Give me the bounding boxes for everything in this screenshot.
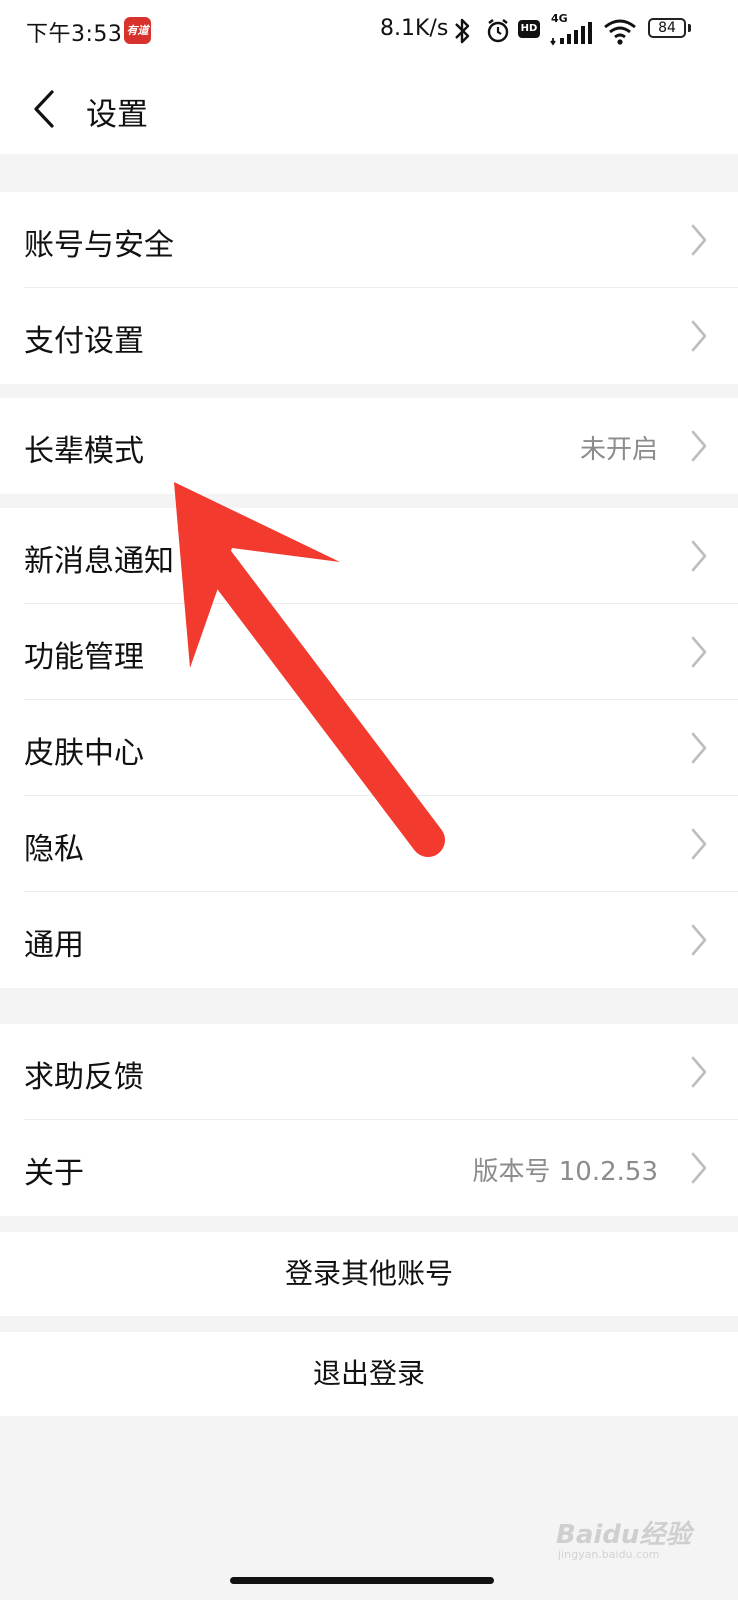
settings-item-elder-mode[interactable]: 长辈模式 未开启 [0, 398, 738, 494]
settings-item-label: 支付设置 [24, 324, 144, 359]
settings-item-payment[interactable]: 支付设置 [0, 288, 738, 384]
settings-group-help: 求助反馈 关于 版本号 10.2.53 [0, 1024, 738, 1216]
signal-icon [550, 22, 592, 46]
settings-item-general[interactable]: 通用 [0, 892, 738, 988]
battery-level: 84 [658, 20, 676, 36]
settings-item-label: 隐私 [24, 832, 84, 867]
settings-item-feedback[interactable]: 求助反馈 [0, 1024, 738, 1120]
status-time: 下午3:53 [26, 22, 123, 47]
back-button[interactable] [20, 84, 70, 134]
hd-icon: HD [518, 20, 540, 38]
page-title: 设置 [86, 97, 148, 133]
settings-item-label: 皮肤中心 [24, 736, 144, 771]
settings-item-label: 账号与安全 [24, 228, 174, 263]
settings-group-account: 账号与安全 支付设置 [0, 192, 738, 384]
chevron-right-icon [691, 1152, 707, 1184]
title-bar: 设置 [0, 64, 738, 154]
app-notification-icon: 有道 [124, 17, 151, 44]
wifi-icon [604, 19, 636, 45]
settings-group-elder: 长辈模式 未开启 [0, 398, 738, 494]
settings-item-account-security[interactable]: 账号与安全 [0, 192, 738, 288]
settings-item-label: 求助反馈 [24, 1060, 144, 1095]
chevron-right-icon [691, 540, 707, 572]
bluetooth-icon [455, 18, 470, 44]
chevron-right-icon [691, 320, 707, 352]
settings-item-skin-center[interactable]: 皮肤中心 [0, 700, 738, 796]
chevron-right-icon [691, 828, 707, 860]
settings-item-feature-management[interactable]: 功能管理 [0, 604, 738, 700]
settings-item-label: 功能管理 [24, 640, 144, 675]
battery-tip [688, 24, 691, 32]
chevron-right-icon [691, 430, 707, 462]
elder-mode-status: 未开启 [579, 435, 658, 465]
network-speed: 8.1K/s [380, 16, 449, 41]
chevron-right-icon [691, 732, 707, 764]
chevron-left-icon [34, 90, 54, 128]
status-bar: 下午3:53 有道 8.1K/s HD 4G 84 [0, 0, 738, 64]
battery-icon: 84 [648, 18, 686, 38]
chevron-right-icon [691, 924, 707, 956]
settings-item-label: 新消息通知 [24, 544, 174, 579]
watermark-url: jingyan.baidu.com [558, 1548, 660, 1561]
settings-item-label: 长辈模式 [24, 434, 144, 469]
switch-account-button[interactable]: 登录其他账号 [0, 1232, 738, 1316]
settings-item-privacy[interactable]: 隐私 [0, 796, 738, 892]
watermark-text: Baidu经验 [556, 1520, 692, 1550]
version-number: 版本号 10.2.53 [472, 1157, 658, 1187]
logout-button[interactable]: 退出登录 [0, 1332, 738, 1416]
chevron-right-icon [691, 636, 707, 668]
baidu-watermark: Baidu经验 jingyan.baidu.com [556, 1514, 696, 1568]
chevron-right-icon [691, 224, 707, 256]
settings-item-label: 通用 [24, 928, 84, 963]
alarm-icon [487, 19, 509, 43]
settings-item-notifications[interactable]: 新消息通知 [0, 508, 738, 604]
settings-group-general: 新消息通知 功能管理 皮肤中心 隐私 通用 [0, 508, 738, 988]
chevron-right-icon [691, 1056, 707, 1088]
settings-item-about[interactable]: 关于 版本号 10.2.53 [0, 1120, 738, 1216]
settings-item-label: 关于 [24, 1156, 84, 1191]
home-indicator[interactable] [230, 1577, 494, 1584]
